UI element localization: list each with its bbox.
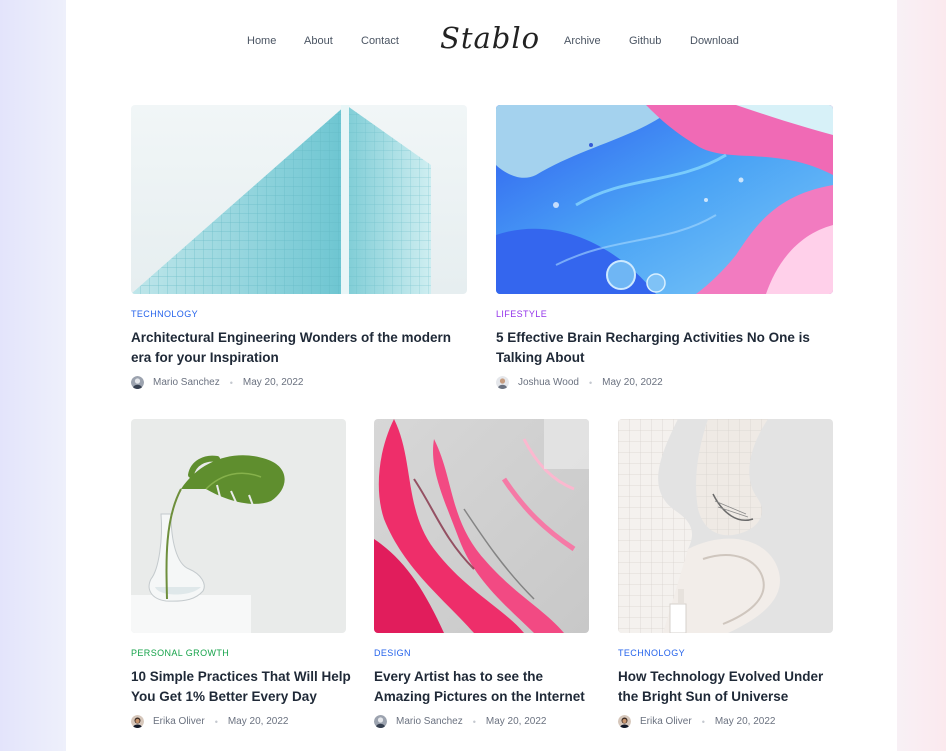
top-navigation: Home About Contact Stablo Archive Github… xyxy=(66,0,897,80)
post-author[interactable]: Joshua Wood xyxy=(518,377,579,388)
post-thumbnail-glass-building[interactable] xyxy=(131,105,467,294)
post-date: May 20, 2022 xyxy=(485,716,547,727)
post-card[interactable]: Technology How Technology Evolved Under … xyxy=(618,419,833,739)
post-category[interactable]: Design xyxy=(374,648,411,659)
post-category[interactable]: Lifestyle xyxy=(496,309,547,320)
page: Home About Contact Stablo Archive Github… xyxy=(66,0,897,751)
meta-separator: • xyxy=(472,716,476,727)
post-date: May 20, 2022 xyxy=(242,377,304,388)
nav-link-archive[interactable]: Archive xyxy=(564,35,601,48)
post-meta: Mario Sanchez • May 20, 2022 xyxy=(131,376,303,389)
post-title[interactable]: 5 Effective Brain Recharging Activities … xyxy=(496,328,826,368)
post-thumbnail-curved-building[interactable] xyxy=(618,419,833,633)
post-author[interactable]: Mario Sanchez xyxy=(396,716,463,727)
post-date: May 20, 2022 xyxy=(714,716,776,727)
meta-separator: • xyxy=(701,716,705,727)
avatar xyxy=(496,376,509,389)
post-author[interactable]: Mario Sanchez xyxy=(153,377,220,388)
meta-separator: • xyxy=(588,377,593,388)
post-thumbnail-plant-vase[interactable] xyxy=(131,419,346,633)
post-card[interactable]: Personal Growth 10 Simple Practices That… xyxy=(131,419,351,739)
post-meta: Mario Sanchez • May 20, 2022 xyxy=(374,715,546,728)
post-card[interactable]: Lifestyle 5 Effective Brain Recharging A… xyxy=(496,105,833,405)
nav-link-about[interactable]: About xyxy=(304,35,333,48)
post-title[interactable]: Architectural Engineering Wonders of the… xyxy=(131,328,471,368)
meta-separator: • xyxy=(229,377,233,388)
avatar xyxy=(131,376,144,389)
meta-separator: • xyxy=(214,716,218,727)
post-title[interactable]: 10 Simple Practices That Will Help You G… xyxy=(131,667,356,707)
site-logo[interactable]: Stablo xyxy=(440,18,539,58)
nav-link-download[interactable]: Download xyxy=(690,35,739,48)
post-date: May 20, 2022 xyxy=(602,377,663,388)
post-meta: Joshua Wood • May 20, 2022 xyxy=(496,376,663,389)
post-title[interactable]: Every Artist has to see the Amazing Pict… xyxy=(374,667,599,707)
avatar xyxy=(374,715,387,728)
avatar xyxy=(131,715,144,728)
post-thumbnail-pink-paint[interactable] xyxy=(374,419,589,633)
post-card[interactable]: Technology Architectural Engineering Won… xyxy=(131,105,467,405)
nav-link-contact[interactable]: Contact xyxy=(361,35,399,48)
nav-link-github[interactable]: Github xyxy=(629,35,661,48)
avatar xyxy=(618,715,631,728)
post-date: May 20, 2022 xyxy=(227,716,289,727)
post-category[interactable]: Personal Growth xyxy=(131,648,229,659)
post-meta: Erika Oliver • May 20, 2022 xyxy=(618,715,775,728)
post-category[interactable]: Technology xyxy=(131,309,198,320)
post-title[interactable]: How Technology Evolved Under the Bright … xyxy=(618,667,833,707)
post-author[interactable]: Erika Oliver xyxy=(640,716,692,727)
post-author[interactable]: Erika Oliver xyxy=(153,716,205,727)
post-card[interactable]: Design Every Artist has to see the Amazi… xyxy=(374,419,589,739)
post-category[interactable]: Technology xyxy=(618,648,685,659)
nav-link-home[interactable]: Home xyxy=(247,35,276,48)
post-thumbnail-fluid-paint[interactable] xyxy=(496,105,833,294)
post-meta: Erika Oliver • May 20, 2022 xyxy=(131,715,288,728)
